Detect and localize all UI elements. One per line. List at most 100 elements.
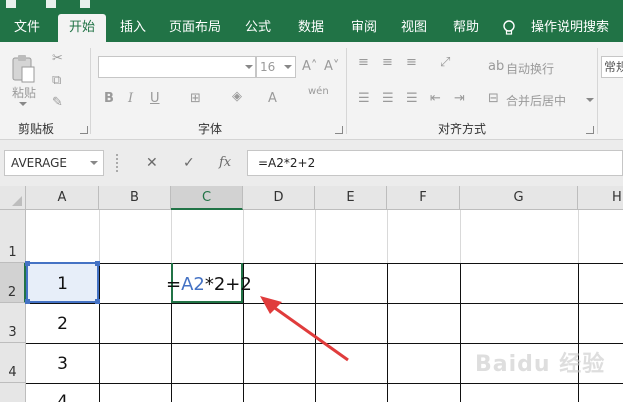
bottom-align-icon[interactable]: ≡ <box>406 56 417 70</box>
cell-a5[interactable]: 4 <box>26 392 99 402</box>
tab-page-layout[interactable]: 页面布局 <box>162 14 228 42</box>
column-header-d[interactable]: D <box>243 186 315 210</box>
wrap-text-button[interactable]: 自动换行 <box>506 60 554 77</box>
formula-text: =A2*2+2 <box>258 156 316 170</box>
increase-font-icon[interactable]: A˄ <box>302 60 317 74</box>
font-group-label: 字体 <box>198 122 223 136</box>
row-header-4[interactable]: 4 <box>0 343 26 383</box>
row-header-5[interactable] <box>0 383 26 402</box>
font-name-chevron-icon[interactable] <box>245 65 253 69</box>
paste-icon[interactable] <box>10 54 36 84</box>
tab-view[interactable]: 视图 <box>394 14 434 42</box>
name-box-chevron-icon[interactable] <box>90 161 98 165</box>
tab-review[interactable]: 审阅 <box>342 14 386 42</box>
formula-input[interactable]: =A2*2+2 <box>247 150 623 176</box>
formula-bar-grip[interactable] <box>116 154 118 172</box>
borders-icon[interactable]: ⊞ <box>190 92 201 106</box>
formula-suffix: *2+2 <box>204 274 252 295</box>
range-handle[interactable] <box>95 261 100 266</box>
orientation-icon[interactable]: ⤢ <box>440 56 450 70</box>
font-color-icon[interactable]: A <box>268 92 277 106</box>
tab-help[interactable]: 帮助 <box>444 14 488 42</box>
underline-icon[interactable]: U <box>150 92 160 106</box>
column-header-b[interactable]: B <box>99 186 171 210</box>
column-header-c[interactable]: C <box>171 186 243 210</box>
bold-icon[interactable]: B <box>104 92 114 106</box>
formula-prefix: = <box>166 274 182 295</box>
copy-icon[interactable]: ⧉ <box>52 74 61 88</box>
font-launcher-icon[interactable] <box>335 126 343 134</box>
cell-c2-formula-text: =A2*2+2 <box>166 274 252 295</box>
format-painter-icon[interactable]: ✎ <box>52 96 63 110</box>
align-left-icon[interactable]: ☰ <box>358 92 370 106</box>
column-header-a[interactable]: A <box>26 186 99 210</box>
row-number: 4 <box>8 365 17 380</box>
middle-align-icon[interactable]: ≡ <box>382 56 393 70</box>
alignment-launcher-icon[interactable] <box>586 126 594 134</box>
wrap-text-icon[interactable]: ab <box>488 60 504 74</box>
cell-a2[interactable]: 1 <box>26 274 99 294</box>
gridline <box>99 210 100 263</box>
merge-center-button[interactable]: 合并后居中 <box>506 92 566 109</box>
gridline <box>243 210 244 263</box>
font-size-value: 16 <box>260 60 276 74</box>
font-name-dropdown[interactable] <box>98 56 256 78</box>
merge-center-icon[interactable]: ⊟ <box>488 92 499 106</box>
tab-insert[interactable]: 插入 <box>110 14 156 42</box>
annotation-arrow-icon <box>260 296 349 362</box>
align-right-icon[interactable]: ☰ <box>406 92 418 106</box>
tab-formulas[interactable]: 公式 <box>236 14 280 42</box>
number-format-dropdown[interactable]: 常规 <box>601 56 623 78</box>
gridline <box>460 210 461 263</box>
row-number: 1 <box>8 245 17 260</box>
gridline <box>315 210 316 263</box>
phonetic-guide-icon[interactable]: wén <box>308 86 329 97</box>
clipboard-launcher-icon[interactable] <box>80 126 88 134</box>
enter-check-icon[interactable]: ✓ <box>183 156 195 170</box>
quick-access-undo-icon[interactable] <box>46 0 56 8</box>
ribbon-home-panel: 粘贴 ✂ ⧉ ✎ 剪贴板 16 A˄ A˅ B I U ⊞ ◈ A wén 字体… <box>0 42 623 140</box>
decrease-font-icon[interactable]: A˅ <box>324 60 339 74</box>
range-handle[interactable] <box>25 299 30 304</box>
cell-border <box>99 263 100 402</box>
row-header-3[interactable]: 3 <box>0 303 26 343</box>
row-number: 3 <box>8 325 17 340</box>
tab-home[interactable]: 开始 <box>58 14 106 42</box>
cancel-icon[interactable]: ✕ <box>146 156 158 170</box>
tab-tell-me-search[interactable]: 操作说明搜索 <box>522 14 618 42</box>
select-all-corner[interactable] <box>0 186 26 210</box>
quick-access-save-icon[interactable] <box>6 0 16 8</box>
baidu-watermark: Baidu 经验 <box>475 352 606 377</box>
name-box[interactable]: AVERAGE <box>4 150 104 176</box>
insert-function-icon[interactable]: fx <box>219 156 231 170</box>
tab-file[interactable]: 文件 <box>2 14 52 42</box>
row-number: 2 <box>7 285 17 300</box>
row-header-1[interactable]: 1 <box>0 210 26 263</box>
column-header-e[interactable]: E <box>315 186 387 210</box>
clipboard-group-label: 剪贴板 <box>18 122 55 136</box>
column-header-f[interactable]: F <box>387 186 460 210</box>
range-handle[interactable] <box>25 261 30 266</box>
row-header-2[interactable]: 2 <box>0 263 26 303</box>
paste-button-label[interactable]: 粘贴 <box>12 84 36 101</box>
fill-color-icon[interactable]: ◈ <box>232 90 242 104</box>
column-header-h[interactable]: H <box>578 186 623 210</box>
cell-a4[interactable]: 3 <box>26 354 99 374</box>
gridline <box>387 210 388 263</box>
decrease-indent-icon[interactable]: ⇤ <box>430 92 441 106</box>
tab-data[interactable]: 数据 <box>288 14 334 42</box>
align-center-icon[interactable]: ☰ <box>382 92 394 106</box>
merge-dropdown-icon[interactable] <box>586 98 594 102</box>
increase-indent-icon[interactable]: ⇥ <box>454 92 465 106</box>
paste-dropdown-icon[interactable] <box>19 102 27 106</box>
italic-icon[interactable]: I <box>128 92 133 106</box>
worksheet-grid[interactable]: A B C D E F G H 1 2 3 4 1 2 3 4 =A2*2+2 <box>0 186 623 402</box>
font-size-chevron-icon[interactable] <box>284 65 292 69</box>
cut-icon[interactable]: ✂ <box>52 52 63 66</box>
quick-access-redo-icon[interactable] <box>80 0 90 8</box>
column-header-g[interactable]: G <box>460 186 578 210</box>
cell-a3[interactable]: 2 <box>26 314 99 334</box>
number-format-value: 常规 <box>604 60 623 74</box>
top-align-icon[interactable]: ≡ <box>358 56 369 70</box>
range-handle[interactable] <box>95 299 100 304</box>
